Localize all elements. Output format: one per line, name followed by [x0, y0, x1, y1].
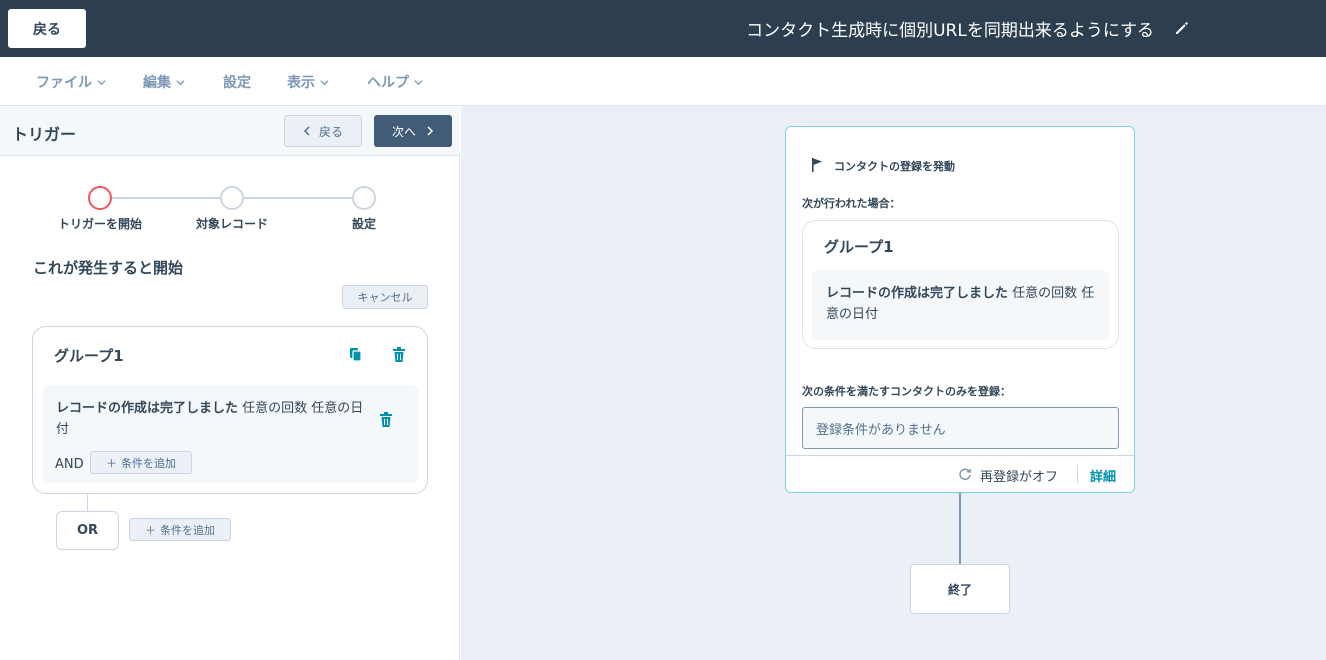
chevron-right-icon [427, 126, 434, 136]
menu-help-label: ヘルプ [367, 75, 409, 91]
menu-edit-label: 編集 [143, 75, 171, 91]
back-button[interactable]: 戻る [8, 9, 86, 48]
section-title: これが発生すると開始 [33, 259, 184, 277]
menu-bar: ファイル 編集 設定 表示 ヘルプ [0, 57, 1326, 106]
step-1-circle[interactable] [88, 186, 112, 210]
reenroll-status[interactable]: 再登録がオフ [980, 466, 1058, 485]
menu-file-label: ファイル [36, 75, 92, 91]
refresh-icon [959, 468, 971, 481]
or-connector [87, 494, 88, 511]
condition-box[interactable]: レコードの作成は完了しました 任意の回数 任意の日付 AND ＋ 条件を追加 [43, 385, 418, 483]
flow-connector [959, 493, 961, 564]
next-button-label: 次へ [391, 124, 416, 139]
trash-icon[interactable] [379, 412, 393, 428]
canvas-condition-bold: レコードの作成は完了しました [826, 286, 1009, 301]
enroll-label: 次の条件を満たすコンタクトのみを登録： [802, 385, 1011, 398]
chevron-down-icon [320, 79, 329, 85]
condition-bold: レコードの作成は完了しました [56, 401, 239, 416]
cancel-button[interactable]: キャンセル [342, 285, 428, 309]
stepper-line [112, 197, 220, 199]
add-condition-label: 条件を追加 [121, 456, 176, 470]
trigger-panel: トリガー 戻る 次へ トリガーを開始 対象レコード 設定 これが発生すると開始 … [0, 106, 460, 660]
workflow-title[interactable]: コンタクト生成時に個別URLを同期出来るようにする [746, 16, 1154, 41]
trigger-card-title: コンタクトの登録を発動 [834, 160, 955, 173]
step-3-label: 設定 [351, 217, 377, 231]
details-link[interactable]: 詳細 [1090, 466, 1116, 485]
card-footer: 再登録がオフ 詳細 [786, 455, 1134, 492]
step-2-circle[interactable] [220, 186, 244, 210]
pencil-icon[interactable] [1174, 20, 1190, 36]
add-condition-button[interactable]: ＋ 条件を追加 [90, 451, 192, 474]
chevron-down-icon [414, 79, 423, 85]
menu-settings[interactable]: 設定 [223, 72, 251, 92]
condition-text: レコードの作成は完了しました 任意の回数 任意の日付 [56, 398, 366, 440]
chevron-left-icon [303, 126, 310, 136]
step-3-circle[interactable] [352, 186, 376, 210]
prev-button[interactable]: 戻る [284, 115, 362, 147]
trash-icon[interactable] [392, 347, 406, 363]
end-node[interactable]: 終了 [910, 564, 1010, 614]
plus-icon: ＋ [145, 523, 156, 537]
stepper-line [244, 197, 352, 199]
menu-settings-label: 設定 [223, 75, 251, 91]
or-button[interactable]: OR [56, 511, 119, 550]
workflow-canvas[interactable]: コンタクトの登録を発動 次が行われた場合： グループ1 レコードの作成は完了しま… [461, 106, 1326, 660]
trigger-card[interactable]: コンタクトの登録を発動 次が行われた場合： グループ1 レコードの作成は完了しま… [785, 126, 1135, 493]
canvas-group-title: グループ1 [824, 238, 894, 256]
prev-button-label: 戻る [318, 124, 343, 139]
or-add-condition-button[interactable]: ＋ 条件を追加 [129, 518, 231, 541]
panel-title: トリガー [12, 125, 77, 144]
canvas-condition-box: レコードの作成は完了しました 任意の回数 任意の日付 [812, 270, 1109, 340]
menu-edit[interactable]: 編集 [143, 72, 185, 92]
copy-icon[interactable] [348, 347, 364, 363]
or-add-condition-label: 条件を追加 [160, 523, 215, 537]
and-label: AND [55, 457, 84, 472]
menu-file[interactable]: ファイル [36, 72, 106, 92]
menu-view-label: 表示 [287, 75, 315, 91]
enroll-criteria-box[interactable]: 登録条件がありません [802, 407, 1119, 449]
next-button[interactable]: 次へ [374, 115, 452, 147]
menu-help[interactable]: ヘルプ [367, 72, 423, 92]
step-1-label: トリガーを開始 [57, 217, 143, 231]
chevron-down-icon [97, 79, 106, 85]
top-header: 戻る コンタクト生成時に個別URLを同期出来るようにする [0, 0, 1326, 57]
group-title: グループ1 [54, 347, 124, 365]
menu-view[interactable]: 表示 [287, 72, 329, 92]
footer-divider [1077, 465, 1078, 483]
when-label: 次が行われた場合： [802, 197, 901, 210]
step-2-label: 対象レコード [195, 217, 269, 231]
plus-icon: ＋ [106, 456, 117, 470]
canvas-condition-text: レコードの作成は完了しました 任意の回数 任意の日付 [826, 283, 1096, 325]
chevron-down-icon [176, 79, 185, 85]
canvas-group: グループ1 レコードの作成は完了しました 任意の回数 任意の日付 [802, 220, 1119, 349]
filter-group: グループ1 レコードの作成は完了しました 任意の回数 任意の日付 AND ＋ 条… [32, 326, 428, 494]
flag-icon [812, 158, 822, 172]
panel-header: トリガー 戻る 次へ [0, 106, 460, 156]
